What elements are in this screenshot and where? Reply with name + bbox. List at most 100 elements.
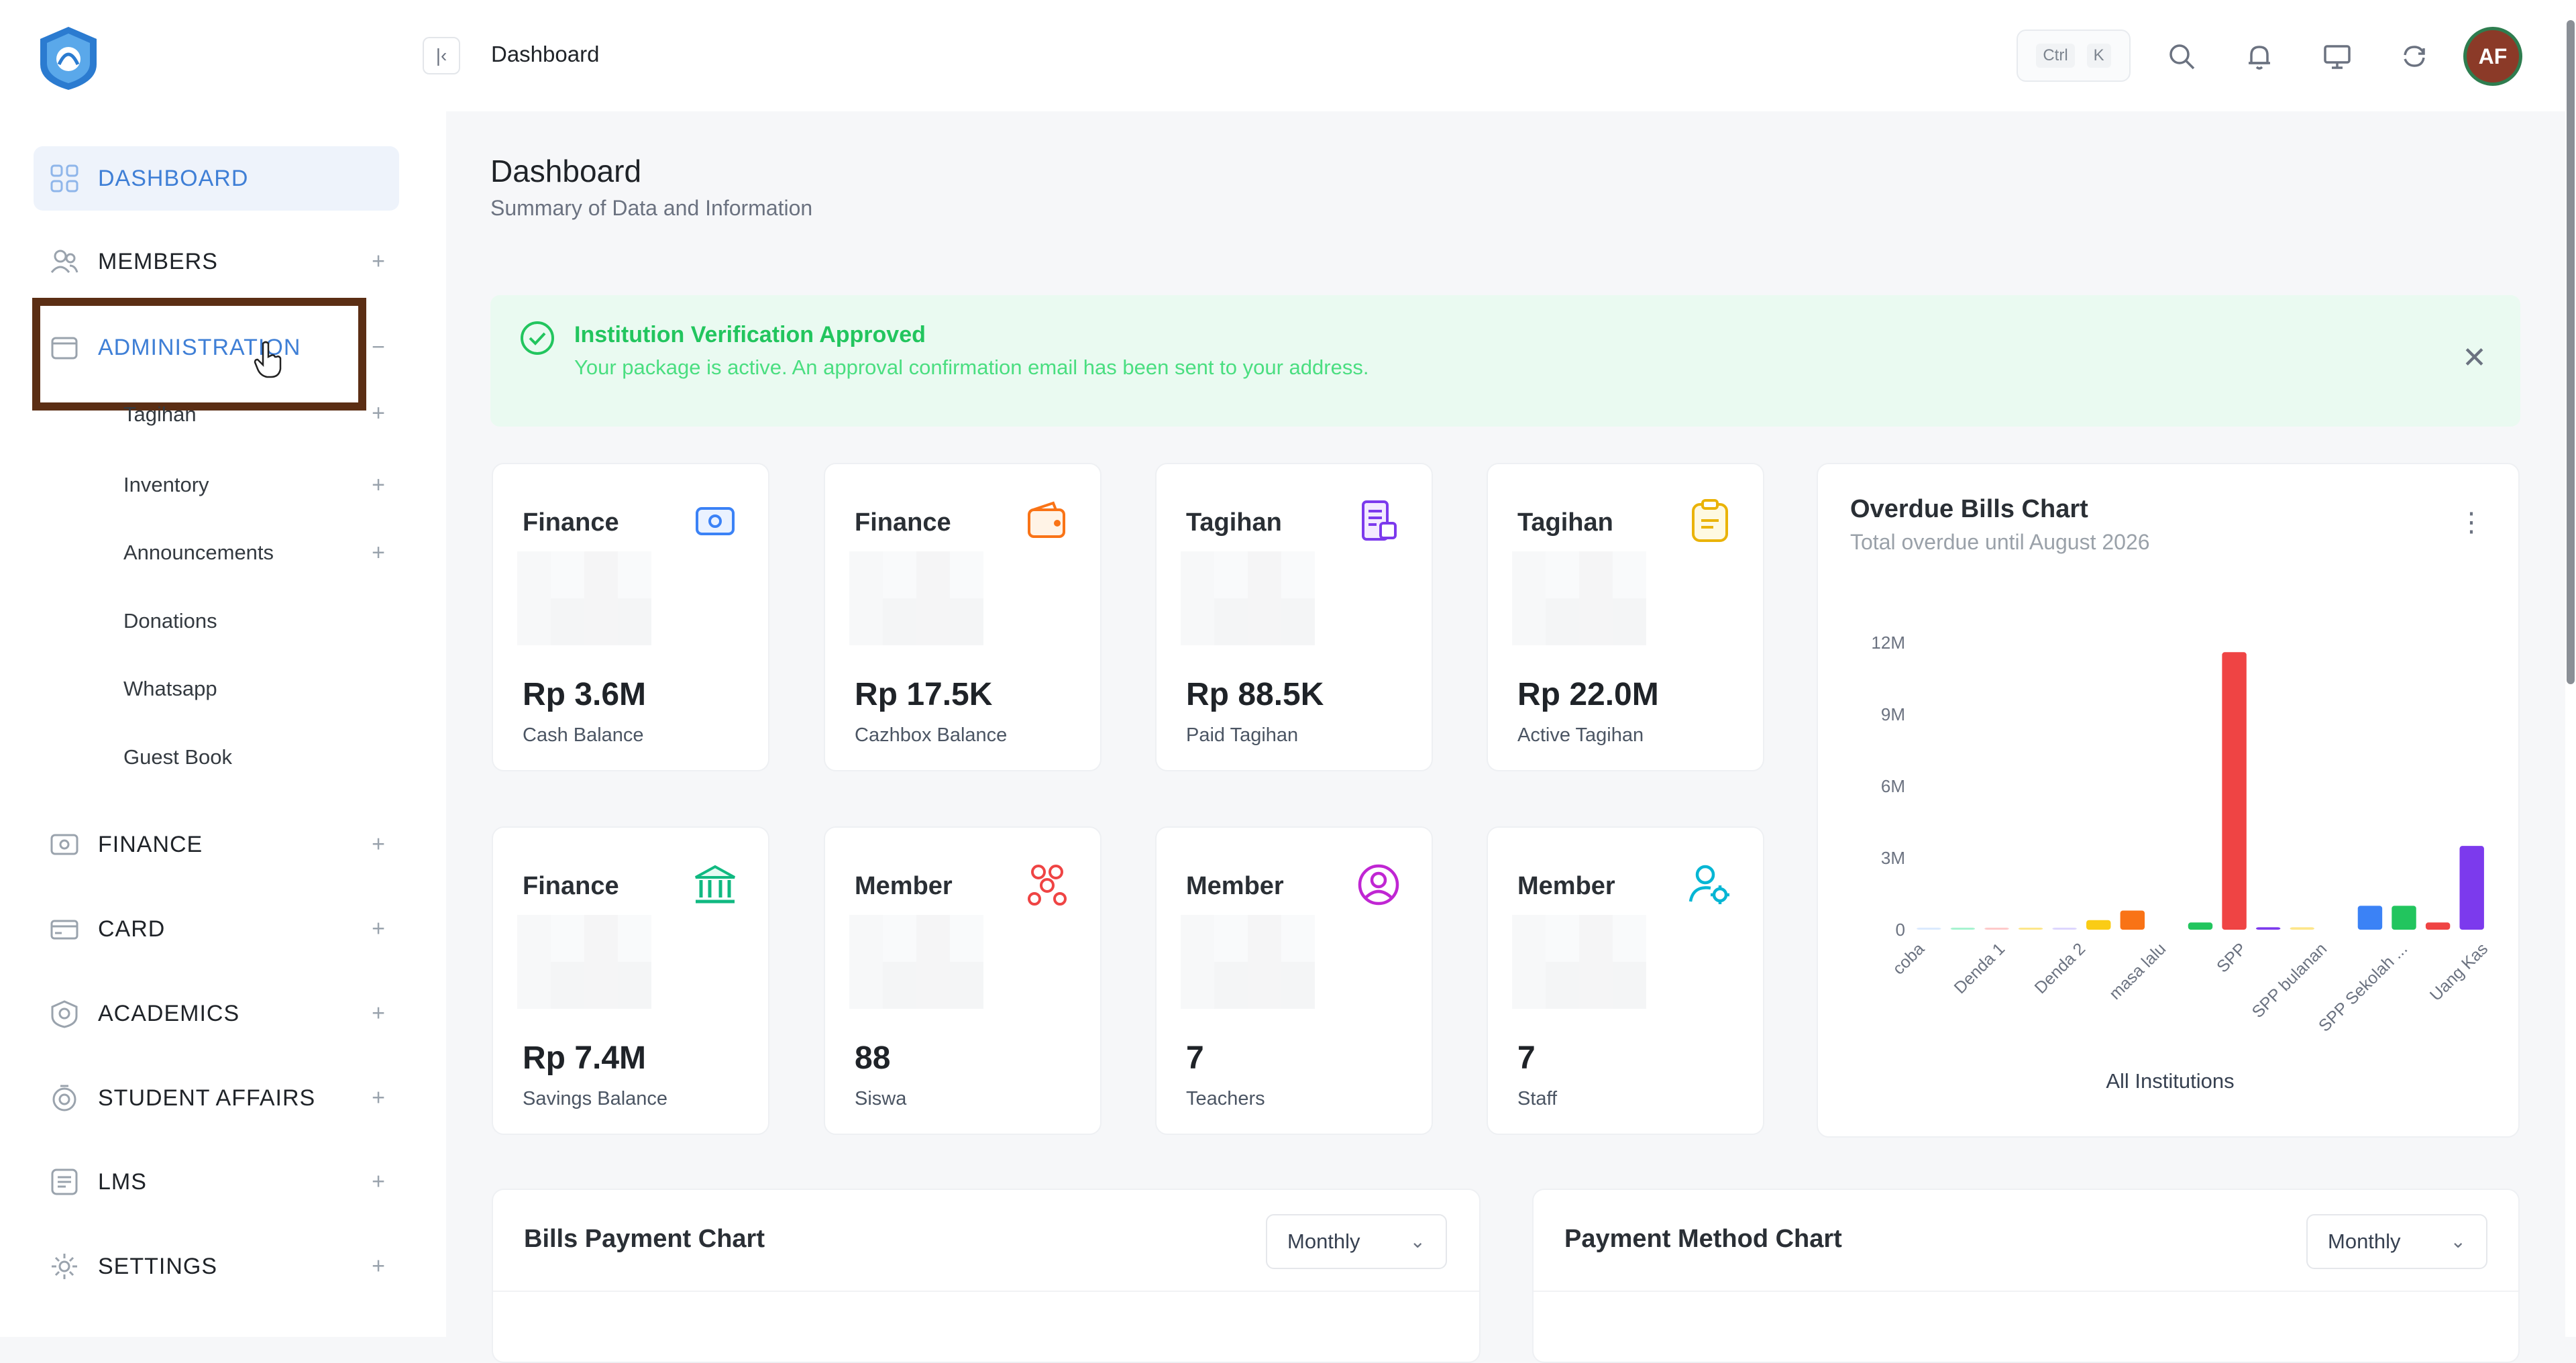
sidebar-item-label: STUDENT AFFAIRS bbox=[98, 1085, 316, 1111]
refresh-icon[interactable] bbox=[2397, 39, 2432, 74]
sidebar-item-lms[interactable]: LMS + bbox=[34, 1150, 399, 1214]
sidebar-item-administration[interactable]: ADMINISTRATION − bbox=[34, 315, 399, 380]
stat-card-siswa[interactable]: Member 88 Siswa bbox=[824, 826, 1102, 1135]
collapse-left-icon: |‹ bbox=[435, 45, 447, 66]
expand-plus-icon[interactable]: + bbox=[372, 1169, 386, 1195]
user-avatar[interactable]: AF bbox=[2463, 27, 2522, 86]
chart-bar[interactable] bbox=[1950, 928, 1976, 930]
divider bbox=[493, 1291, 1479, 1292]
card-pattern bbox=[849, 915, 983, 1009]
overdue-bills-chart-card: Overdue Bills Chart Total overdue until … bbox=[1817, 463, 2520, 1138]
expand-plus-icon[interactable]: + bbox=[372, 540, 385, 566]
user-settings-icon bbox=[1688, 865, 1729, 904]
sidebar: DASHBOARD MEMBERS + ADMINISTRATION − Tag… bbox=[0, 0, 446, 1337]
close-icon[interactable]: ✕ bbox=[2462, 341, 2487, 375]
stat-card-active-tagihan[interactable]: Tagihan Rp 22.0M Active Tagihan bbox=[1487, 463, 1764, 771]
chart-bar[interactable] bbox=[2086, 920, 2111, 930]
stat-card-teachers[interactable]: Member 7 Teachers bbox=[1155, 826, 1433, 1135]
stat-card-paid-tagihan[interactable]: Tagihan Rp 88.5K Paid Tagihan bbox=[1155, 463, 1433, 771]
stat-card-cazhbox-balance[interactable]: Finance Rp 17.5K Cazhbox Balance bbox=[824, 463, 1102, 771]
sidebar-subitem-inventory[interactable]: Inventory + bbox=[123, 461, 398, 508]
card-value: Rp 7.4M bbox=[523, 1040, 647, 1076]
sidebar-item-finance[interactable]: FINANCE + bbox=[34, 812, 399, 877]
users-icon bbox=[48, 246, 80, 278]
expand-plus-icon[interactable]: + bbox=[372, 472, 385, 498]
chart-bar[interactable] bbox=[2052, 928, 2077, 930]
chart-bar[interactable] bbox=[2357, 906, 2383, 930]
expand-plus-icon[interactable]: + bbox=[372, 400, 385, 427]
stat-card-cash-balance[interactable]: Finance Rp 3.6M Cash Balance bbox=[492, 463, 769, 771]
card-value: 7 bbox=[1517, 1040, 1536, 1076]
card-value: Rp 17.5K bbox=[855, 677, 993, 712]
folder-icon bbox=[48, 331, 80, 364]
expand-plus-icon[interactable]: + bbox=[372, 916, 386, 942]
expand-plus-icon[interactable]: + bbox=[372, 832, 386, 858]
card-caption: Savings Balance bbox=[523, 1088, 668, 1109]
x-tick-label: SPP bulanan bbox=[2249, 939, 2331, 1022]
sidebar-item-card[interactable]: CARD + bbox=[34, 897, 399, 961]
chart-bar[interactable] bbox=[2392, 906, 2416, 930]
search-shortcut-button[interactable]: Ctrl K bbox=[2017, 30, 2131, 82]
card-label: Member bbox=[1186, 872, 1284, 900]
chart-bar[interactable] bbox=[1917, 928, 1941, 930]
check-circle-icon bbox=[521, 321, 554, 355]
chart-bar[interactable] bbox=[2425, 922, 2451, 930]
group-icon bbox=[1028, 865, 1067, 906]
divider bbox=[1534, 1291, 2518, 1292]
select-value: Monthly bbox=[1287, 1230, 1360, 1253]
expand-plus-icon[interactable]: + bbox=[372, 1085, 386, 1111]
card-title: Payment Method Chart bbox=[1564, 1225, 1842, 1253]
period-select[interactable]: Monthly ⌄ bbox=[2306, 1214, 2487, 1269]
expand-plus-icon[interactable]: + bbox=[372, 1001, 386, 1027]
search-icon[interactable] bbox=[2164, 39, 2199, 74]
sidebar-subitem-whatsapp[interactable]: Whatsapp bbox=[123, 665, 398, 712]
shortcut-key: K bbox=[2086, 44, 2111, 68]
sidebar-collapse-button[interactable]: |‹ bbox=[423, 37, 460, 74]
chart-bar[interactable] bbox=[2290, 927, 2314, 930]
stat-card-savings-balance[interactable]: Finance Rp 7.4M Savings Balance bbox=[492, 826, 769, 1135]
alert-message: Your package is active. An approval conf… bbox=[574, 356, 1369, 379]
page-subtitle: Summary of Data and Information bbox=[490, 196, 813, 220]
collapse-minus-icon[interactable]: − bbox=[372, 335, 386, 361]
chart-bar[interactable] bbox=[2255, 927, 2281, 930]
page-scrollbar[interactable] bbox=[2565, 0, 2576, 1337]
page-title: Dashboard bbox=[490, 154, 642, 188]
x-tick-label: SPP bbox=[2213, 939, 2250, 976]
card-value: Rp 22.0M bbox=[1517, 677, 1659, 712]
chart-bar[interactable] bbox=[2018, 928, 2043, 930]
subitem-label: Inventory bbox=[123, 473, 209, 496]
sidebar-subitem-announcements[interactable]: Announcements + bbox=[123, 529, 398, 576]
expand-plus-icon[interactable]: + bbox=[372, 249, 386, 275]
subitem-label: Announcements bbox=[123, 541, 274, 564]
monitor-icon[interactable] bbox=[2320, 39, 2355, 74]
x-tick-label: Denda 1 bbox=[1951, 939, 2009, 997]
card-label: Member bbox=[855, 872, 953, 900]
card-caption: Cash Balance bbox=[523, 724, 644, 746]
sidebar-subitem-donations[interactable]: Donations bbox=[123, 598, 398, 645]
scrollbar-thumb[interactable] bbox=[2567, 20, 2575, 684]
sidebar-item-members[interactable]: MEMBERS + bbox=[34, 229, 399, 294]
bell-icon[interactable] bbox=[2242, 39, 2277, 74]
chart-bar[interactable] bbox=[2222, 652, 2247, 930]
sidebar-item-settings[interactable]: SETTINGS + bbox=[34, 1234, 399, 1299]
chart-bar[interactable] bbox=[2120, 910, 2145, 930]
select-value: Monthly bbox=[2328, 1230, 2401, 1253]
gear-icon bbox=[48, 1250, 80, 1283]
sidebar-subitem-guest-book[interactable]: Guest Book bbox=[123, 734, 398, 781]
chart-bar[interactable] bbox=[2459, 846, 2484, 930]
stat-card-staff[interactable]: Member 7 Staff bbox=[1487, 826, 1764, 1135]
x-tick-label: Uang Kas bbox=[2426, 939, 2491, 1004]
sidebar-item-academics[interactable]: ACADEMICS + bbox=[34, 981, 399, 1046]
card-value: Rp 3.6M bbox=[523, 677, 647, 712]
y-tick-label: 0 bbox=[1896, 920, 1905, 940]
sidebar-item-dashboard[interactable]: DASHBOARD bbox=[34, 146, 399, 211]
chart-bar[interactable] bbox=[1984, 928, 2009, 930]
expand-plus-icon[interactable]: + bbox=[372, 1254, 386, 1280]
period-select[interactable]: Monthly ⌄ bbox=[1266, 1214, 1447, 1269]
chart-bar[interactable] bbox=[2188, 922, 2213, 930]
grid-icon bbox=[48, 162, 80, 195]
sidebar-item-student-affairs[interactable]: STUDENT AFFAIRS + bbox=[34, 1066, 399, 1130]
institution-logo[interactable] bbox=[35, 24, 102, 91]
x-tick-label: masa lalu bbox=[2106, 939, 2169, 1003]
sidebar-subitem-tagihan[interactable]: Tagihan + bbox=[123, 393, 398, 427]
